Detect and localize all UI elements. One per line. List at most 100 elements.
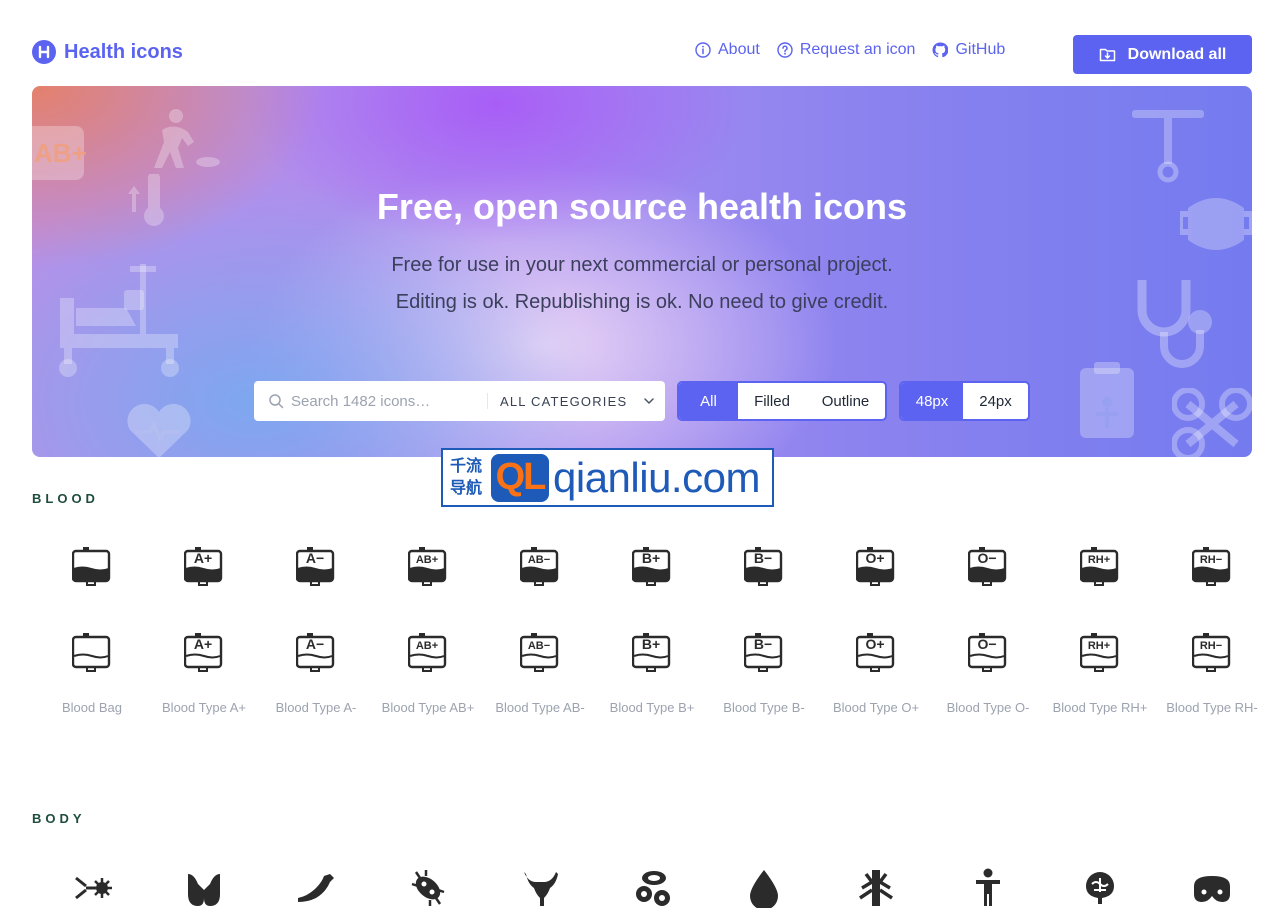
style-option-all[interactable]: All (679, 383, 738, 419)
svg-text:B−: B− (754, 636, 772, 652)
icon-card[interactable] (148, 845, 260, 911)
icon-label: Blood Type O- (946, 700, 1030, 715)
icon-slot: O+ (820, 523, 932, 609)
icon-card[interactable]: B+ (596, 523, 708, 609)
icon-card[interactable] (484, 845, 596, 911)
svg-text:RH−: RH− (1200, 640, 1222, 652)
icon-slot: AB+ (372, 523, 484, 609)
icon-card[interactable]: A− Blood Type A- (260, 609, 372, 717)
top-nav: About Request an icon GitHub (695, 41, 1005, 59)
blood-bag-ab-plus-icon: AB+ (32, 126, 87, 180)
icon-card[interactable]: B− (708, 523, 820, 609)
icon-card[interactable]: Blood Bag (36, 609, 148, 717)
icon-card[interactable] (260, 845, 372, 911)
logo-h-icon (32, 40, 56, 64)
icon-card[interactable]: A+ (148, 523, 260, 609)
icon-card[interactable] (708, 845, 820, 911)
watermark-ql-badge: QL (491, 453, 549, 502)
heart-monitor-icon (127, 403, 191, 457)
icon-slot (932, 845, 1044, 911)
svg-text:A+: A+ (194, 636, 212, 652)
nav-github-link[interactable]: GitHub (932, 41, 1005, 59)
icon-card[interactable] (36, 523, 148, 609)
icon-label: Blood Type O+ (832, 700, 920, 715)
icon-card[interactable] (932, 845, 1044, 911)
icon-card[interactable]: A− (260, 523, 372, 609)
category-select[interactable]: ALL CATEGORIES (500, 394, 655, 409)
svg-text:RH+: RH+ (1088, 554, 1110, 566)
style-option-filled[interactable]: Filled (738, 383, 806, 419)
icon-slot: O− (932, 523, 1044, 609)
svg-text:AB+: AB+ (416, 554, 438, 566)
blood-bag-outline-icon (72, 633, 111, 672)
icon-card[interactable]: O+ (820, 523, 932, 609)
icon-slot: A− (260, 523, 372, 609)
search-bar: ALL CATEGORIES (254, 381, 665, 421)
icon-card[interactable]: O− (932, 523, 1044, 609)
watermark-cn-text: 千流 导航 (443, 456, 489, 500)
blood-type-ab-minus-filled-icon: AB− (520, 547, 559, 586)
icon-label: Blood Type RH+ (1052, 700, 1148, 715)
svg-text:A−: A− (306, 550, 324, 566)
icon-card[interactable] (372, 845, 484, 911)
svg-text:AB+: AB+ (416, 640, 438, 652)
icon-slot: B− (708, 523, 820, 609)
svg-text:O+: O+ (865, 636, 884, 652)
blood-type-a-plus-filled-icon: A+ (184, 547, 223, 586)
icon-slot: A− (260, 609, 372, 695)
icon-slot: RH+ (1044, 609, 1156, 695)
nav-request-label: Request an icon (799, 41, 916, 58)
icon-card[interactable] (1044, 845, 1156, 911)
blood-filled-row: A+ A− AB+ AB− B+ B− O+ O− RH+ RH− (36, 523, 1276, 609)
blood-type-a-minus-outline-icon: A− (296, 633, 335, 672)
logo[interactable]: Health icons (32, 40, 183, 64)
size-toggle: 48px 24px (899, 381, 1030, 421)
icon-label: Blood Type RH- (1166, 700, 1258, 715)
question-icon (777, 42, 793, 58)
icon-card[interactable]: AB− Blood Type AB- (484, 609, 596, 717)
icon-card[interactable] (820, 845, 932, 911)
blood-cells-icon (636, 871, 670, 906)
svg-text:A+: A+ (194, 550, 212, 566)
icon-card[interactable]: RH+ Blood Type RH+ (1044, 609, 1156, 717)
icon-card[interactable]: O+ Blood Type O+ (820, 609, 932, 717)
search-input[interactable] (291, 392, 481, 410)
watermark-cn-bottom: 导航 (449, 479, 482, 497)
icon-slot (260, 845, 372, 911)
icon-slot (36, 523, 148, 609)
icon-card[interactable]: AB− (484, 523, 596, 609)
hospital-bed-icon (59, 264, 179, 377)
icon-card[interactable] (596, 845, 708, 911)
icon-card[interactable] (36, 845, 148, 911)
nav-about-link[interactable]: About (695, 41, 760, 59)
style-option-outline[interactable]: Outline (806, 383, 885, 419)
thyroid-icon (188, 874, 220, 906)
hero-subtitle-line-1: Free for use in your next commercial or … (391, 254, 893, 276)
icon-slot: AB− (484, 609, 596, 695)
icon-card[interactable]: B− Blood Type B- (708, 609, 820, 717)
icon-card[interactable]: O− Blood Type O- (932, 609, 1044, 717)
size-option-24px[interactable]: 24px (963, 383, 1028, 419)
icon-slot: A+ (148, 609, 260, 695)
icon-card[interactable]: AB+ (372, 523, 484, 609)
lungs-icon (859, 870, 893, 906)
icon-label: Blood Type A+ (162, 700, 246, 715)
icon-card[interactable]: RH+ (1044, 523, 1156, 609)
size-option-48px[interactable]: 48px (901, 383, 963, 419)
blood-type-b-minus-outline-icon: B− (744, 633, 783, 672)
uterus-icon (524, 872, 558, 906)
nav-request-icon-link[interactable]: Request an icon (777, 41, 916, 59)
icon-card[interactable]: AB+ Blood Type AB+ (372, 609, 484, 717)
icon-card[interactable]: B+ Blood Type B+ (596, 609, 708, 717)
icon-slot: RH+ (1044, 523, 1156, 609)
download-all-button[interactable]: Download all (1073, 35, 1252, 74)
icon-slot (820, 845, 932, 911)
icon-card[interactable]: A+ Blood Type A+ (148, 609, 260, 717)
icon-label: Blood Type B- (723, 700, 805, 715)
clipboard-person-icon (1080, 362, 1134, 438)
icon-card[interactable]: RH− Blood Type RH- (1156, 609, 1268, 717)
svg-text:B−: B− (754, 550, 772, 566)
icon-slot: O− (932, 609, 1044, 695)
icon-card[interactable] (1156, 845, 1268, 911)
icon-card[interactable]: RH− (1156, 523, 1268, 609)
